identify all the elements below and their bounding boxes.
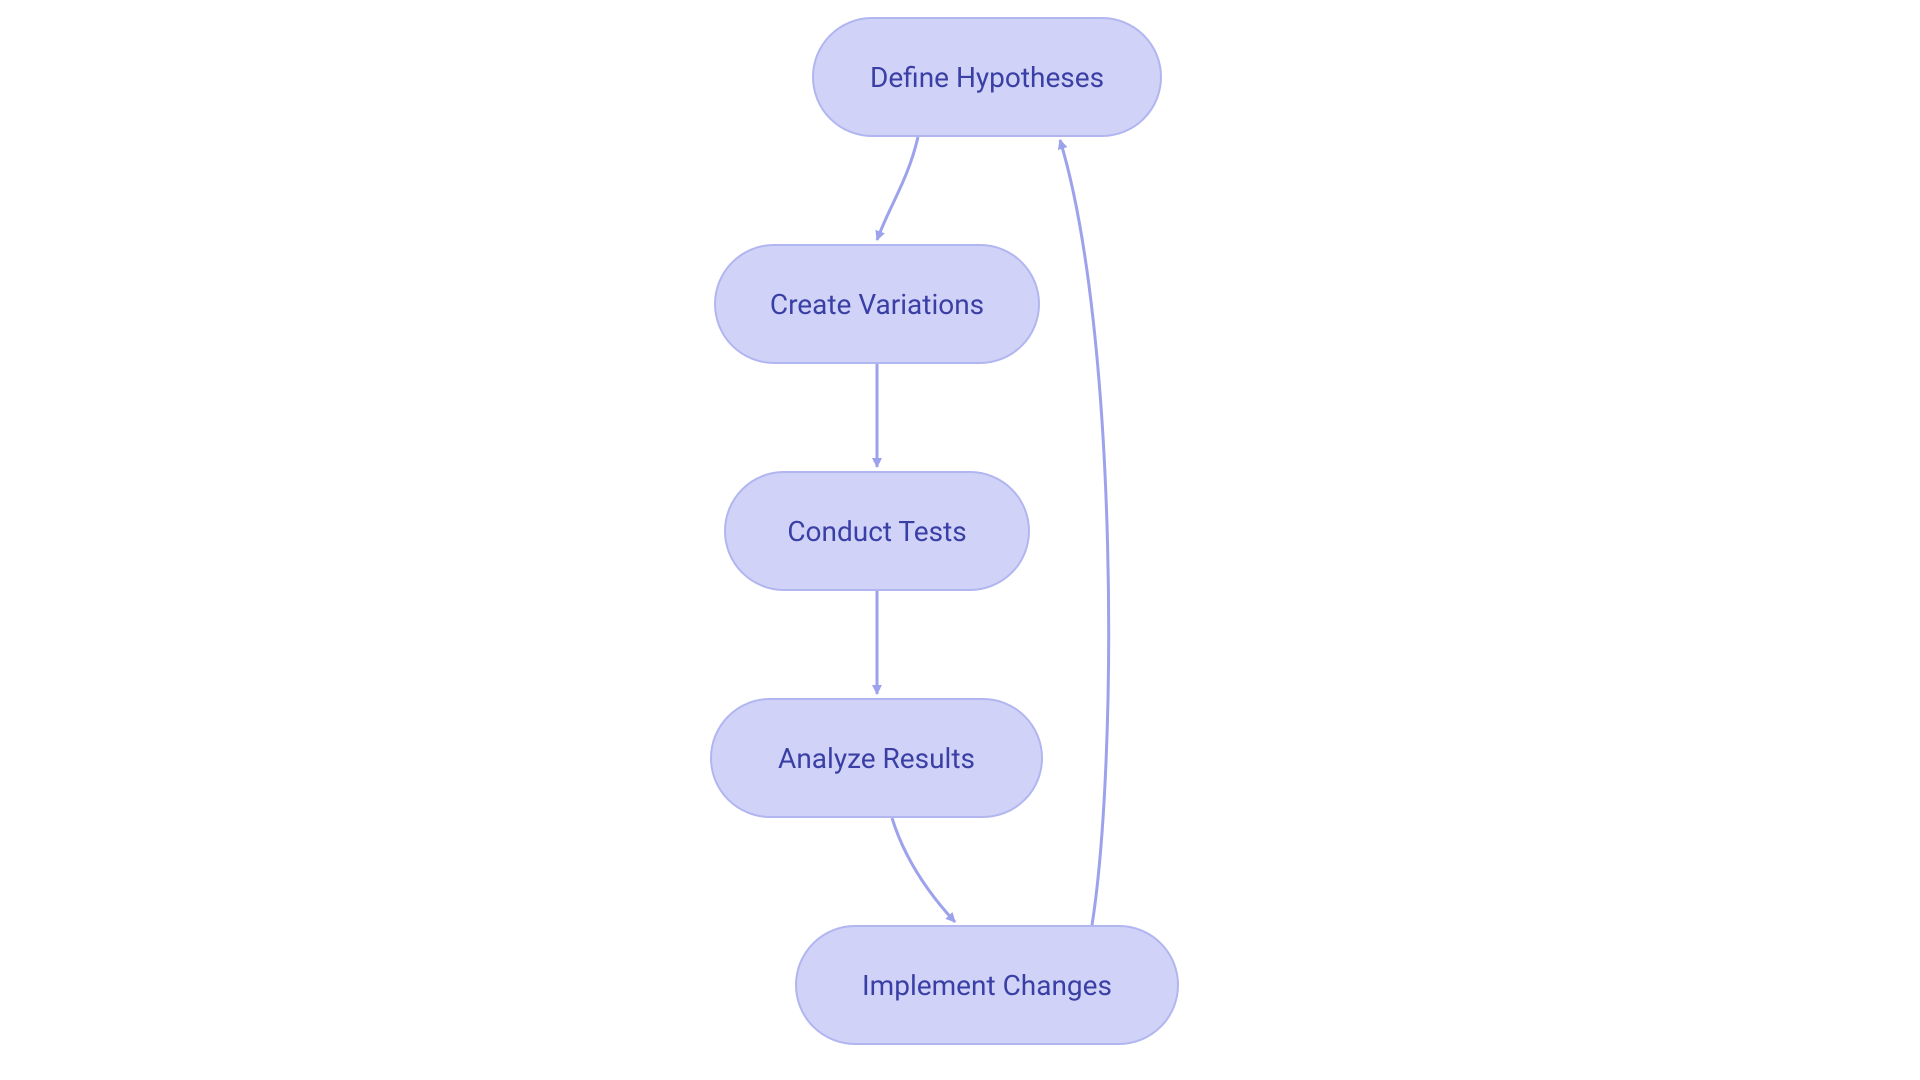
node-create-variations: Create Variations bbox=[714, 244, 1040, 364]
flowchart-canvas: Define Hypotheses Create Variations Cond… bbox=[0, 0, 1920, 1080]
node-label: Create Variations bbox=[770, 288, 984, 321]
node-implement-changes: Implement Changes bbox=[795, 925, 1179, 1045]
node-analyze-results: Analyze Results bbox=[710, 698, 1043, 818]
node-label: Define Hypotheses bbox=[870, 61, 1104, 94]
node-label: Conduct Tests bbox=[787, 515, 966, 548]
node-define-hypotheses: Define Hypotheses bbox=[812, 17, 1162, 137]
edge-implement-define bbox=[1060, 140, 1109, 925]
edge-analyze-implement bbox=[892, 818, 955, 922]
node-label: Analyze Results bbox=[778, 742, 975, 775]
edge-define-create bbox=[877, 137, 918, 240]
node-label: Implement Changes bbox=[862, 969, 1112, 1002]
node-conduct-tests: Conduct Tests bbox=[724, 471, 1030, 591]
